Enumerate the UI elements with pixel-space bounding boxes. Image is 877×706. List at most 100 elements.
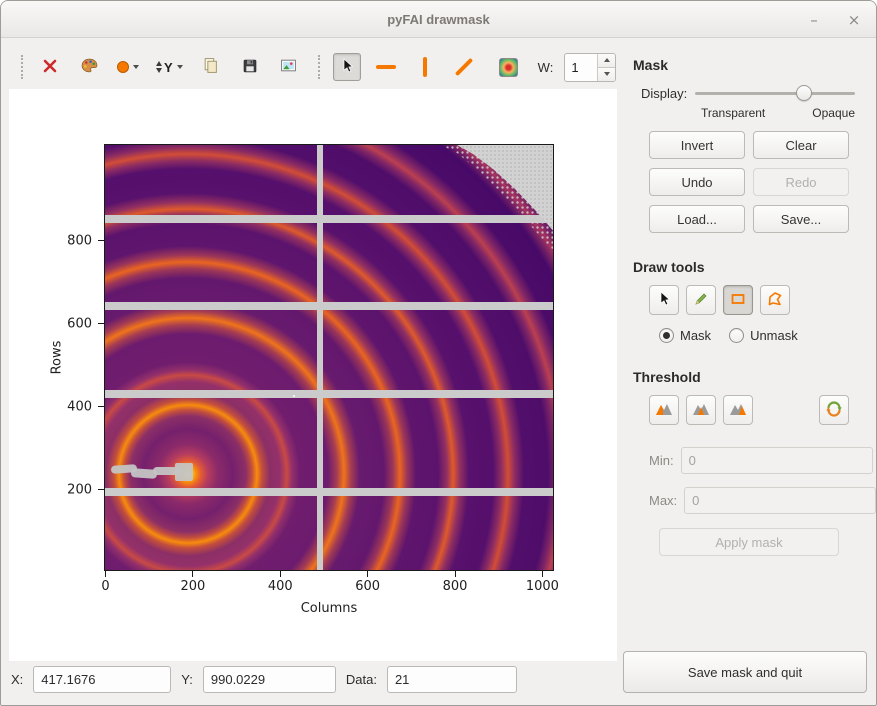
x-tick: 400 <box>280 571 281 577</box>
slider-track <box>695 92 855 95</box>
masked-corner <box>105 145 553 570</box>
data-value-field[interactable] <box>387 666 517 693</box>
cursor-icon <box>656 291 672 310</box>
draw-tools-title: Draw tools <box>633 259 867 275</box>
clear-button[interactable]: Clear <box>753 131 849 159</box>
save-mask-and-quit-button[interactable]: Save mask and quit <box>623 651 867 693</box>
redo-button[interactable]: Redo <box>753 168 849 196</box>
mask-section-title: Mask <box>633 57 867 73</box>
load-button[interactable]: Load... <box>649 205 745 233</box>
orange-dot-icon <box>117 61 129 73</box>
reload-button[interactable] <box>819 395 849 425</box>
horizontal-line-icon <box>376 65 396 69</box>
min-input[interactable] <box>681 447 873 474</box>
polygon-icon <box>767 291 783 310</box>
slider-handle[interactable] <box>796 85 812 101</box>
min-label: Min: <box>649 453 674 468</box>
colormap-preview-button[interactable] <box>495 53 523 81</box>
pencil-tool-button[interactable] <box>686 285 716 315</box>
copy-button[interactable] <box>197 53 225 81</box>
window-title: pyFAI drawmask <box>1 1 876 38</box>
mask-above-threshold-button[interactable] <box>723 395 753 425</box>
minimize-button[interactable]: – <box>802 8 826 32</box>
radio-selected-icon <box>659 328 674 343</box>
detector-gap <box>105 488 553 496</box>
mask-radio[interactable]: Mask <box>659 328 711 343</box>
x-coordinate-field[interactable] <box>33 666 171 693</box>
image-preview-icon <box>280 57 297 77</box>
vline-tool-button[interactable] <box>411 53 439 81</box>
x-tick: 0 <box>105 571 106 577</box>
red-x-icon <box>42 58 58 77</box>
close-icon: × <box>848 11 861 29</box>
apply-mask-button[interactable]: Apply mask <box>659 528 839 556</box>
line-tool-button[interactable] <box>450 53 478 81</box>
polygon-tool-button[interactable] <box>760 285 790 315</box>
detector-image[interactable] <box>105 145 553 570</box>
rectangle-tool-button[interactable] <box>723 285 753 315</box>
drawn-mask-square <box>175 463 193 481</box>
x-tick: 1000 <box>542 571 543 577</box>
save-button[interactable]: Save... <box>753 205 849 233</box>
save-snapshot-button[interactable] <box>236 53 264 81</box>
unmask-radio-label: Unmask <box>750 328 798 343</box>
colormap-thumbnail-icon <box>499 58 518 77</box>
invert-button[interactable]: Invert <box>649 131 745 159</box>
width-decrement-button[interactable] <box>598 67 615 81</box>
y-tick: 600 <box>98 323 104 324</box>
radio-unselected-icon <box>729 328 744 343</box>
refresh-icon <box>825 400 843 421</box>
diagonal-line-icon <box>454 58 472 76</box>
minimize-icon: – <box>810 11 818 29</box>
mask-between-threshold-button[interactable] <box>686 395 716 425</box>
pencil-icon <box>693 291 709 310</box>
app-window: pyFAI drawmask – × <box>0 0 877 706</box>
close-button[interactable]: × <box>842 8 866 32</box>
rectangle-icon <box>730 291 746 310</box>
y-coordinate-field[interactable] <box>203 666 336 693</box>
max-input[interactable] <box>684 487 876 514</box>
transparent-label: Transparent <box>701 106 765 120</box>
vertical-line-icon <box>423 57 427 77</box>
detector-gap <box>105 215 553 223</box>
mask-display-slider[interactable] <box>695 84 855 102</box>
spin-down-icon <box>604 72 610 76</box>
browse-tool-button[interactable] <box>649 285 679 315</box>
cursor-icon <box>339 58 355 77</box>
print-button[interactable] <box>275 53 303 81</box>
threshold-title: Threshold <box>633 369 867 385</box>
undo-button[interactable]: Undo <box>649 168 745 196</box>
y-coordinate-label: Y: <box>181 672 193 687</box>
mask-panel: Mask Display: Transparent Opaque Invert … <box>623 57 867 556</box>
titlebar[interactable]: pyFAI drawmask – × <box>1 1 876 38</box>
statusbar: X: Y: Data: <box>11 666 517 693</box>
plot-panel: Columns Rows 020040060080010002004006008… <box>9 89 617 661</box>
histogram-below-icon <box>655 402 673 419</box>
colormap-button[interactable] <box>75 53 103 81</box>
opaque-label: Opaque <box>812 106 855 120</box>
y-tick: 400 <box>98 406 104 407</box>
clipboard-icon <box>202 57 219 77</box>
width-input[interactable] <box>565 54 597 81</box>
x-axis-label: Columns <box>301 601 358 616</box>
mask-radio-label: Mask <box>680 328 711 343</box>
x-tick: 200 <box>192 571 193 577</box>
histogram-between-icon <box>692 402 710 419</box>
histogram-above-icon <box>729 402 747 419</box>
reset-zoom-button[interactable] <box>36 53 64 81</box>
detector-gap <box>105 302 553 310</box>
mask-below-threshold-button[interactable] <box>649 395 679 425</box>
spin-up-icon <box>604 58 610 62</box>
y-axis-icon: Y <box>156 60 173 75</box>
hline-tool-button[interactable] <box>372 53 400 81</box>
palette-icon <box>81 57 98 77</box>
marker-color-button[interactable] <box>114 53 142 81</box>
hot-pixel <box>293 395 295 397</box>
display-label: Display: <box>641 86 687 101</box>
y-axis-orientation-button[interactable]: Y <box>153 53 186 81</box>
width-increment-button[interactable] <box>598 54 615 67</box>
plot-axes: Columns Rows 020040060080010002004006008… <box>104 144 554 571</box>
window-controls: – × <box>802 8 866 32</box>
pointer-tool-button[interactable] <box>333 53 361 81</box>
unmask-radio[interactable]: Unmask <box>729 328 798 343</box>
